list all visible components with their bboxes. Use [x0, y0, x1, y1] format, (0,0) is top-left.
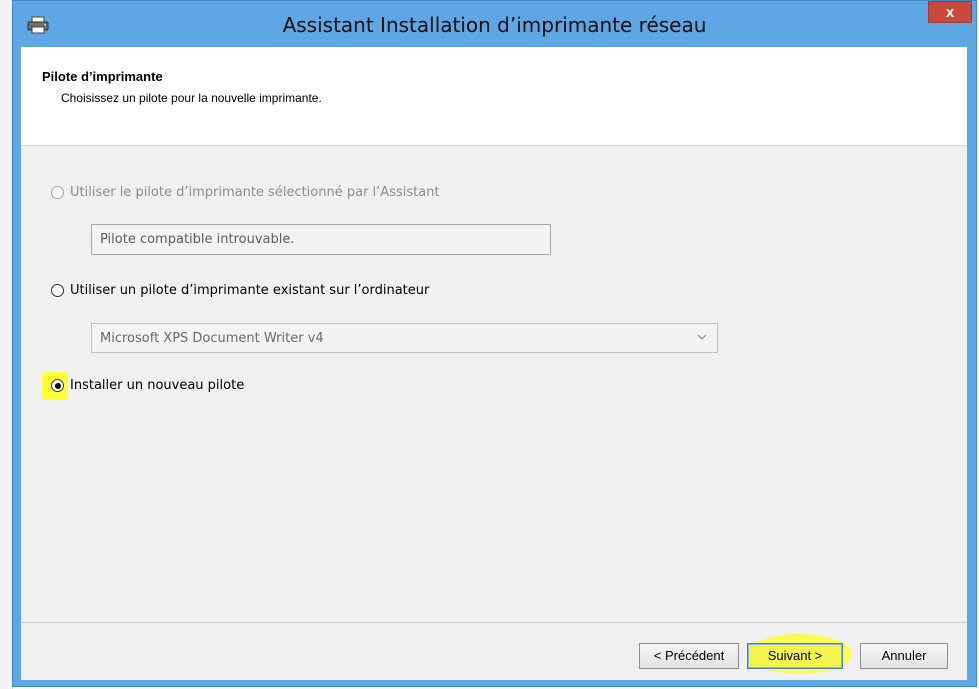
radio-label-wizard-driver: Utiliser le pilote d’imprimante sélectio… [70, 185, 440, 200]
radio-button-wizard-driver[interactable] [51, 186, 64, 199]
title-bar[interactable]: Assistant Installation d’imprimante rése… [13, 1, 976, 47]
wizard-window: Assistant Installation d’imprimante rése… [12, 0, 977, 687]
compatible-driver-field: Pilote compatible introuvable. [91, 224, 551, 255]
wizard-content: Pilote d’imprimante Choisissez un pilote… [21, 47, 967, 680]
page-title: Pilote d’imprimante [42, 69, 163, 84]
radio-button-new-driver[interactable] [51, 379, 64, 392]
page-subtitle: Choisissez un pilote pour la nouvelle im… [61, 91, 322, 105]
radio-wizard-driver[interactable]: Utiliser le pilote d’imprimante sélectio… [51, 185, 440, 200]
wizard-header: Pilote d’imprimante Choisissez un pilote… [21, 47, 967, 146]
chevron-down-icon [697, 334, 707, 340]
back-button[interactable]: < Précédent [639, 643, 739, 669]
footer-divider [21, 622, 967, 623]
existing-driver-selected-value: Microsoft XPS Document Writer v4 [100, 330, 324, 346]
cancel-button[interactable]: Annuler [860, 643, 948, 669]
next-button[interactable]: Suivant > [747, 643, 843, 669]
radio-new-driver[interactable]: Installer un nouveau pilote [51, 378, 244, 393]
radio-label-new-driver: Installer un nouveau pilote [70, 378, 245, 393]
existing-driver-select[interactable]: Microsoft XPS Document Writer v4 [91, 323, 718, 353]
window-title: Assistant Installation d’imprimante rése… [282, 13, 707, 37]
radio-button-existing-driver[interactable] [51, 284, 64, 297]
close-button[interactable]: x [928, 1, 972, 23]
compatible-driver-value: Pilote compatible introuvable. [100, 232, 295, 247]
radio-existing-driver[interactable]: Utiliser un pilote d’imprimante existant… [51, 283, 429, 298]
radio-label-existing-driver: Utiliser un pilote d’imprimante existant… [70, 283, 430, 298]
